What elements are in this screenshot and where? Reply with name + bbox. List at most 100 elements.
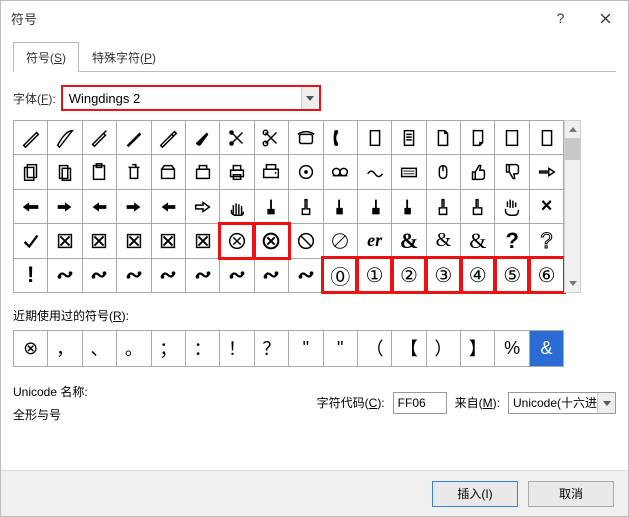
symbol-cell[interactable] <box>357 121 391 155</box>
symbol-cell[interactable] <box>392 155 426 189</box>
symbol-cell[interactable] <box>289 155 323 189</box>
symbol-cell[interactable] <box>151 121 185 155</box>
symbol-cell[interactable]: ⓪ <box>323 258 357 292</box>
symbol-cell[interactable] <box>461 189 495 223</box>
symbol-cell[interactable] <box>151 224 185 258</box>
symbol-cell[interactable] <box>82 224 116 258</box>
symbol-cell[interactable] <box>14 189 48 223</box>
recent-symbol-cell[interactable]: ： <box>185 330 219 366</box>
symbol-cell[interactable] <box>14 121 48 155</box>
scroll-up-button[interactable] <box>565 121 580 138</box>
symbol-cell[interactable] <box>117 121 151 155</box>
recent-symbol-cell[interactable]: ！ <box>220 330 254 366</box>
symbol-cell[interactable] <box>323 189 357 223</box>
recent-symbol-cell[interactable]: % <box>495 330 529 366</box>
from-dropdown-button[interactable] <box>597 393 615 414</box>
symbol-cell[interactable] <box>495 121 529 155</box>
symbol-cell[interactable]: ? <box>529 224 563 258</box>
symbol-cell[interactable] <box>220 258 254 292</box>
symbol-cell[interactable] <box>220 189 254 223</box>
recent-symbol-cell[interactable]: 、 <box>82 330 116 366</box>
scroll-down-button[interactable] <box>565 275 580 292</box>
symbol-cell[interactable] <box>14 155 48 189</box>
recent-symbol-cell[interactable]: ； <box>151 330 185 366</box>
symbol-cell[interactable] <box>357 155 391 189</box>
symbol-cell[interactable] <box>48 155 82 189</box>
symbol-cell[interactable] <box>254 155 288 189</box>
symbol-cell[interactable] <box>357 189 391 223</box>
symbol-cell[interactable] <box>461 155 495 189</box>
symbol-cell[interactable] <box>495 189 529 223</box>
tab-special-chars[interactable]: 特殊字符(P) <box>79 42 169 72</box>
symbol-cell[interactable] <box>254 189 288 223</box>
symbol-cell[interactable] <box>220 155 254 189</box>
symbol-cell[interactable]: ② <box>392 258 426 292</box>
font-dropdown-button[interactable] <box>301 87 319 109</box>
symbol-cell[interactable]: × <box>529 189 563 223</box>
scroll-thumb[interactable] <box>565 138 580 160</box>
symbol-cell[interactable] <box>323 224 357 258</box>
symbol-cell[interactable] <box>289 121 323 155</box>
symbol-cell[interactable] <box>461 121 495 155</box>
symbol-cell[interactable]: & <box>426 224 460 258</box>
symbol-cell[interactable] <box>529 155 563 189</box>
symbol-cell[interactable] <box>392 189 426 223</box>
recent-symbol-cell[interactable]: ） <box>426 330 460 366</box>
symbol-cell[interactable] <box>151 189 185 223</box>
symbol-cell[interactable] <box>82 258 116 292</box>
char-code-input[interactable]: FF06 <box>393 392 447 414</box>
symbol-cell[interactable] <box>117 155 151 189</box>
symbol-cell[interactable] <box>289 224 323 258</box>
recent-symbol-cell[interactable]: " <box>323 330 357 366</box>
symbol-cell[interactable] <box>151 258 185 292</box>
symbol-cell[interactable] <box>426 189 460 223</box>
recent-symbol-cell[interactable]: （ <box>357 330 391 366</box>
symbol-cell[interactable]: & <box>461 224 495 258</box>
symbol-cell[interactable] <box>254 121 288 155</box>
symbol-cell[interactable] <box>289 189 323 223</box>
symbol-cell[interactable] <box>117 224 151 258</box>
symbol-cell[interactable]: & <box>392 224 426 258</box>
recent-symbol-cell[interactable]: " <box>289 330 323 366</box>
symbol-cell[interactable] <box>323 121 357 155</box>
symbol-cell[interactable] <box>426 121 460 155</box>
symbol-cell[interactable] <box>185 224 219 258</box>
symbol-cell[interactable] <box>220 121 254 155</box>
symbol-cell[interactable] <box>48 189 82 223</box>
symbol-cell[interactable] <box>392 121 426 155</box>
recent-symbol-cell[interactable]: 】 <box>461 330 495 366</box>
symbol-cell[interactable] <box>82 189 116 223</box>
help-button[interactable]: ? <box>538 3 583 33</box>
symbol-cell[interactable] <box>220 224 254 258</box>
symbol-cell[interactable] <box>48 121 82 155</box>
symbol-cell[interactable] <box>185 189 219 223</box>
symbol-cell[interactable]: ① <box>357 258 391 292</box>
cancel-button[interactable]: 取消 <box>528 481 614 507</box>
grid-scrollbar[interactable] <box>564 120 581 293</box>
symbol-cell[interactable] <box>48 258 82 292</box>
recent-symbol-cell[interactable]: 。 <box>117 330 151 366</box>
symbol-cell[interactable] <box>48 224 82 258</box>
symbol-cell[interactable]: ⑤ <box>495 258 529 292</box>
symbol-cell[interactable] <box>289 258 323 292</box>
symbol-cell[interactable] <box>82 155 116 189</box>
symbol-cell[interactable]: ⑥ <box>529 258 563 292</box>
symbol-cell[interactable] <box>117 189 151 223</box>
symbol-cell[interactable] <box>254 224 288 258</box>
recent-symbol-cell[interactable]: ， <box>48 330 82 366</box>
symbol-cell[interactable]: ③ <box>426 258 460 292</box>
scroll-track[interactable] <box>565 138 580 275</box>
from-select[interactable]: Unicode(十六进制 <box>508 392 616 414</box>
symbol-cell[interactable] <box>185 258 219 292</box>
recent-symbol-cell[interactable]: ？ <box>254 330 288 366</box>
insert-button[interactable]: 插入(I) <box>432 481 518 507</box>
symbol-cell[interactable] <box>14 224 48 258</box>
symbol-cell[interactable] <box>151 155 185 189</box>
symbol-cell[interactable] <box>185 155 219 189</box>
symbol-cell[interactable]: ④ <box>461 258 495 292</box>
recent-symbol-cell[interactable]: & <box>529 330 563 366</box>
font-select[interactable]: Wingdings 2 <box>62 86 320 110</box>
symbol-cell[interactable]: ! <box>14 258 48 292</box>
symbol-cell[interactable] <box>529 121 563 155</box>
symbol-cell[interactable] <box>117 258 151 292</box>
